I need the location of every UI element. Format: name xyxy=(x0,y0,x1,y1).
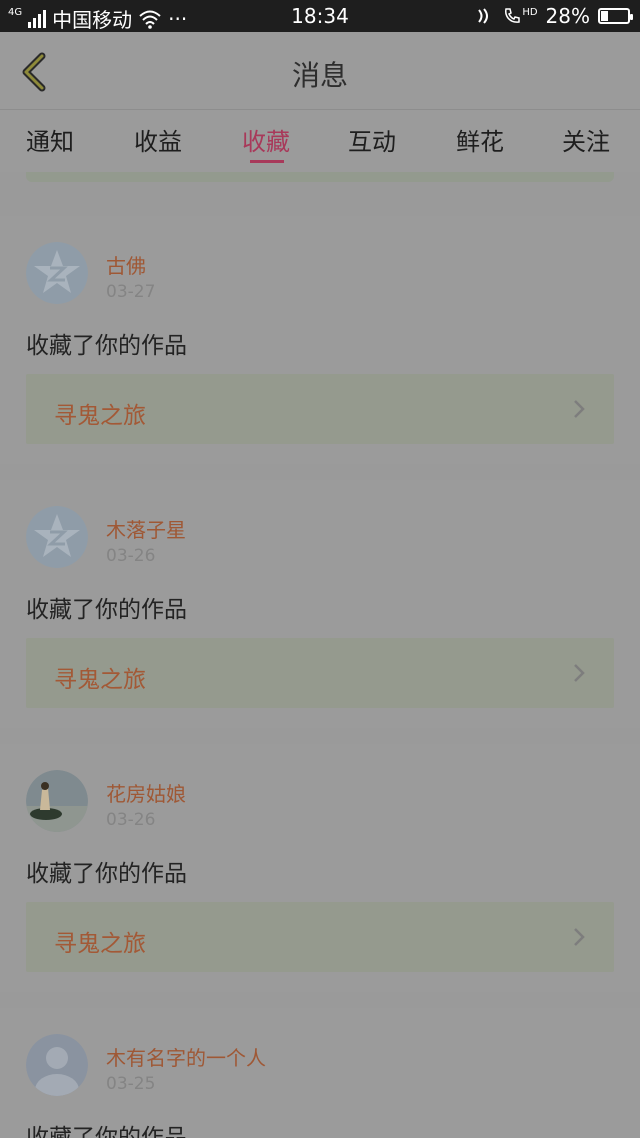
list-item: 木落子星 03-26 收藏了你的作品 寻鬼之旅 xyxy=(0,480,640,728)
avatar[interactable] xyxy=(26,770,88,832)
default-star-avatar-icon xyxy=(26,506,88,568)
tab-flowers[interactable]: 鲜花 xyxy=(456,122,504,157)
action-text: 收藏了你的作品 xyxy=(26,1125,187,1138)
tab-notify[interactable]: 通知 xyxy=(26,122,74,157)
photo-avatar-icon xyxy=(26,770,88,832)
page-title: 消息 xyxy=(291,59,348,92)
user-name[interactable]: 木有名字的一个人 xyxy=(106,1042,266,1071)
chevron-right-icon xyxy=(574,400,585,418)
battery-percent: 28% xyxy=(545,4,590,28)
volte-label: HD xyxy=(522,7,538,18)
work-link[interactable]: 寻鬼之旅 xyxy=(26,902,614,972)
tab-bar: 通知 收益 收藏 互动 鲜花 关注 xyxy=(0,110,640,172)
work-title: 寻鬼之旅 xyxy=(54,403,146,429)
item-date: 03-26 xyxy=(106,546,156,566)
user-name[interactable]: 木落子星 xyxy=(106,514,186,543)
default-star-avatar-icon xyxy=(26,242,88,304)
action-text: 收藏了你的作品 xyxy=(26,861,187,887)
nav-header: 消息 xyxy=(0,32,640,110)
user-name[interactable]: 花房姑娘 xyxy=(106,778,186,807)
item-date: 03-25 xyxy=(106,1074,156,1094)
work-title: 寻鬼之旅 xyxy=(54,667,146,693)
status-bar: 4G 中国移动 ··· 18:34 HD 28% xyxy=(0,0,640,32)
status-right: HD 28% xyxy=(475,4,633,28)
tab-interaction[interactable]: 互动 xyxy=(348,122,396,157)
item-date: 03-27 xyxy=(106,282,156,302)
tab-follow[interactable]: 关注 xyxy=(562,122,610,157)
avatar[interactable] xyxy=(26,506,88,568)
tab-favorites[interactable]: 收藏 xyxy=(242,122,290,157)
list-item: 古佛 03-27 收藏了你的作品 寻鬼之旅 xyxy=(0,216,640,464)
work-title: 寻鬼之旅 xyxy=(54,931,146,957)
phone-icon xyxy=(505,8,521,23)
active-tab-indicator xyxy=(250,160,284,163)
action-text: 收藏了你的作品 xyxy=(26,597,187,623)
avatar[interactable] xyxy=(26,242,88,304)
volte-indicator: HD xyxy=(503,7,538,25)
previous-card-edge xyxy=(26,172,614,182)
user-name[interactable]: 古佛 xyxy=(106,250,146,279)
battery-icon xyxy=(598,8,633,24)
list-item: 木有名字的一个人 03-25 收藏了你的作品 xyxy=(0,1008,640,1138)
list-item: 花房姑娘 03-26 收藏了你的作品 寻鬼之旅 xyxy=(0,744,640,992)
action-text: 收藏了你的作品 xyxy=(26,333,187,359)
work-link[interactable]: 寻鬼之旅 xyxy=(26,374,614,444)
tab-earnings[interactable]: 收益 xyxy=(134,122,182,157)
silhouette-avatar-icon xyxy=(26,1034,88,1096)
nfc-icon xyxy=(478,8,489,24)
item-date: 03-26 xyxy=(106,810,156,830)
avatar[interactable] xyxy=(26,1034,88,1096)
chevron-right-icon xyxy=(574,664,585,682)
work-link[interactable]: 寻鬼之旅 xyxy=(26,638,614,708)
chevron-right-icon xyxy=(574,928,585,946)
battery-level xyxy=(601,11,608,21)
